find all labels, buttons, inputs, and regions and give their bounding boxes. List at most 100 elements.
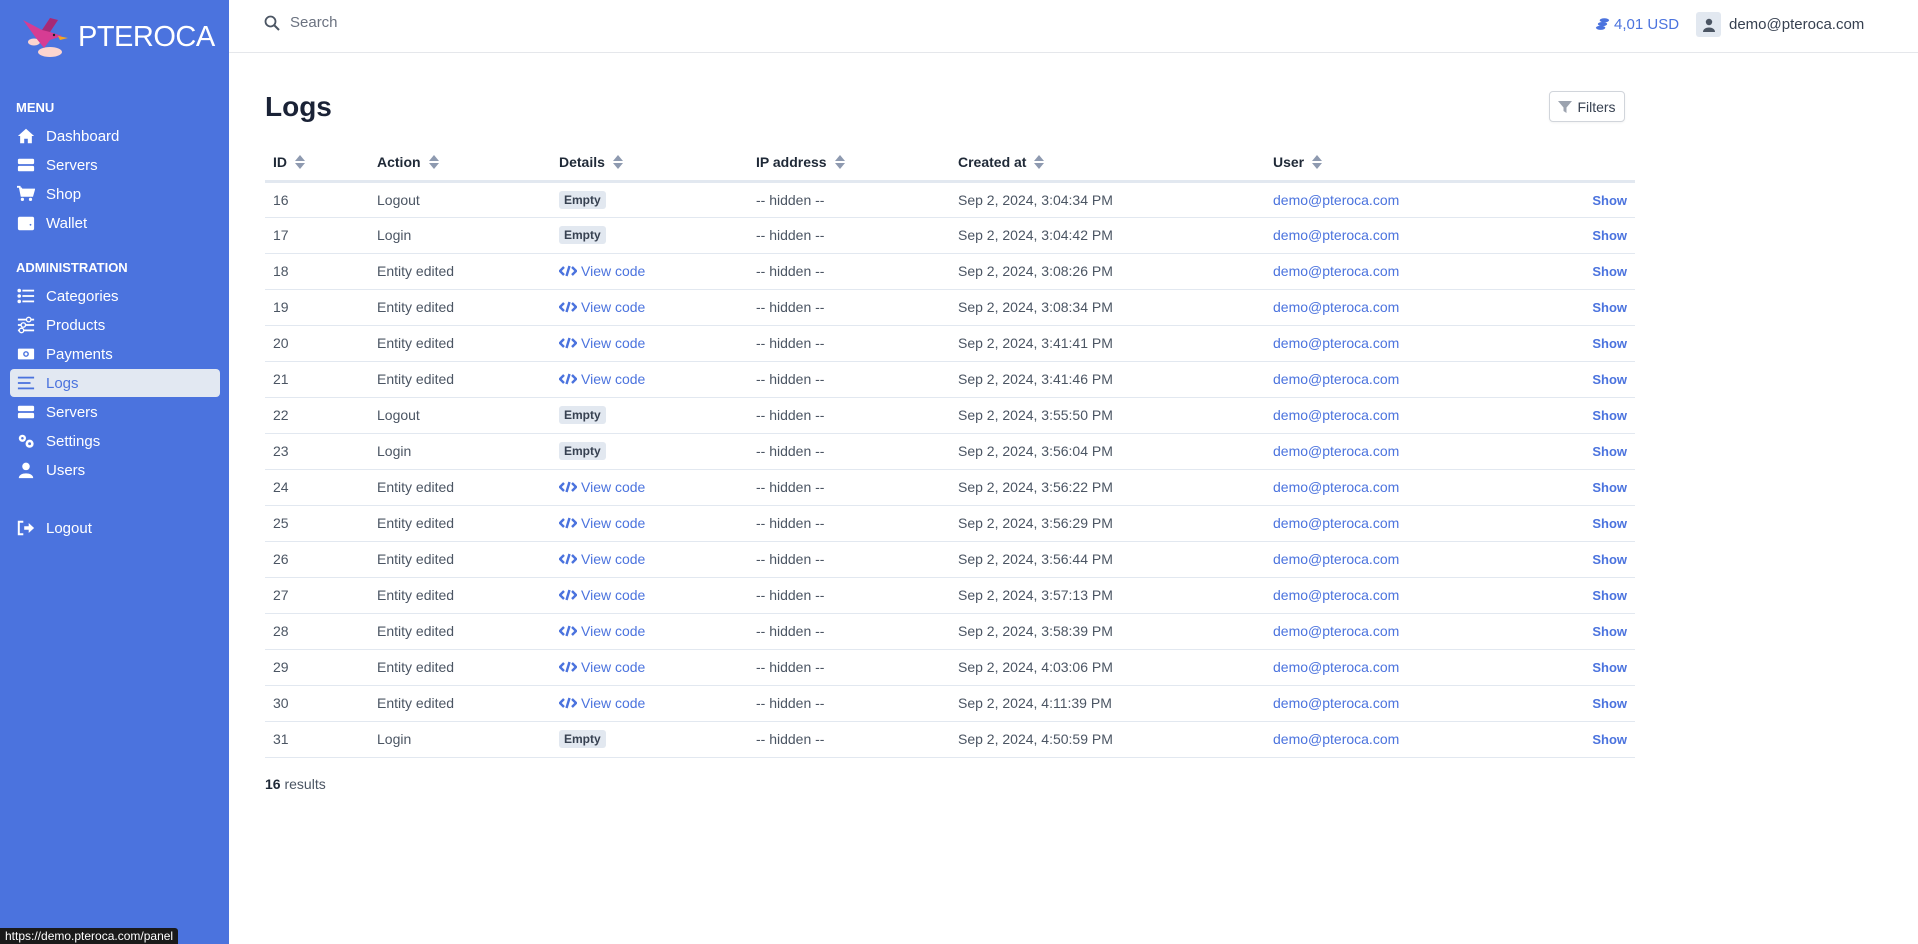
show-button[interactable]: Show <box>1592 732 1627 747</box>
filter-icon <box>1558 100 1573 113</box>
cell-action: Entity edited <box>369 649 551 686</box>
column-header-details[interactable]: Details <box>551 144 748 183</box>
cell-user: demo@pteroca.com <box>1265 685 1565 722</box>
view-code-link[interactable]: View code <box>559 479 645 495</box>
view-code-link[interactable]: View code <box>559 551 645 567</box>
cell-actions: Show <box>1565 253 1635 290</box>
cell-ip-address: -- hidden -- <box>748 325 950 362</box>
column-header-action[interactable]: Action <box>369 144 551 183</box>
user-link[interactable]: demo@pteroca.com <box>1273 299 1399 315</box>
server-icon <box>16 156 36 174</box>
view-code-link[interactable]: View code <box>559 515 645 531</box>
show-button[interactable]: Show <box>1592 552 1627 567</box>
wallet-icon <box>16 214 36 232</box>
sidebar-item-shop[interactable]: Shop <box>10 180 220 208</box>
sidebar-item-products[interactable]: Products <box>10 311 220 339</box>
show-button[interactable]: Show <box>1592 660 1627 675</box>
user-link[interactable]: demo@pteroca.com <box>1273 263 1399 279</box>
sidebar-item-categories[interactable]: Categories <box>10 282 220 310</box>
list-icon <box>16 287 36 305</box>
cell-user: demo@pteroca.com <box>1265 397 1565 434</box>
logo[interactable]: PTEROCA <box>20 14 215 60</box>
sidebar-item-logout[interactable]: Logout <box>10 514 220 542</box>
user-link[interactable]: demo@pteroca.com <box>1273 731 1399 747</box>
view-code-link[interactable]: View code <box>559 659 645 675</box>
sidebar-item-users[interactable]: Users <box>10 456 220 484</box>
view-code-link[interactable]: View code <box>559 623 645 639</box>
column-header-user[interactable]: User <box>1265 144 1565 183</box>
user-link[interactable]: demo@pteroca.com <box>1273 551 1399 567</box>
brand-name: PTEROCA <box>78 20 215 53</box>
sidebar-item-dashboard[interactable]: Dashboard <box>10 122 220 150</box>
user-link[interactable]: demo@pteroca.com <box>1273 407 1399 423</box>
user-link[interactable]: demo@pteroca.com <box>1273 227 1399 243</box>
sidebar-item-payments[interactable]: Payments <box>10 340 220 368</box>
column-header-created-at[interactable]: Created at <box>950 144 1265 183</box>
cell-user: demo@pteroca.com <box>1265 649 1565 686</box>
user-link[interactable]: demo@pteroca.com <box>1273 659 1399 675</box>
cell-id: 21 <box>265 361 369 398</box>
empty-badge: Empty <box>559 226 606 244</box>
view-code-link[interactable]: View code <box>559 695 645 711</box>
search-icon <box>264 15 280 31</box>
cell-details: View code <box>551 325 748 362</box>
sidebar-item-servers[interactable]: Servers <box>10 151 220 179</box>
sort-icon <box>612 154 623 169</box>
show-button[interactable]: Show <box>1592 228 1627 243</box>
view-code-link[interactable]: View code <box>559 263 645 279</box>
table-row: 21 Entity edited View code -- hidden -- … <box>265 361 1635 398</box>
cell-details: Empty <box>551 433 748 470</box>
cell-details: Empty <box>551 397 748 434</box>
table-row: 28 Entity edited View code -- hidden -- … <box>265 613 1635 650</box>
show-button[interactable]: Show <box>1592 408 1627 423</box>
page-title: Logs <box>265 91 332 122</box>
sidebar-item-logs[interactable]: Logs <box>10 369 220 397</box>
user-link[interactable]: demo@pteroca.com <box>1273 479 1399 495</box>
cell-actions: Show <box>1565 181 1635 218</box>
code-icon <box>559 373 581 385</box>
show-button[interactable]: Show <box>1592 588 1627 603</box>
show-button[interactable]: Show <box>1592 516 1627 531</box>
sidebar-item-servers-admin[interactable]: Servers <box>10 398 220 426</box>
cell-action: Entity edited <box>369 361 551 398</box>
user-link[interactable]: demo@pteroca.com <box>1273 695 1399 711</box>
sidebar-item-label: Categories <box>46 287 119 305</box>
cell-created-at: Sep 2, 2024, 3:58:39 PM <box>950 613 1265 650</box>
user-link[interactable]: demo@pteroca.com <box>1273 192 1399 208</box>
cell-id: 19 <box>265 289 369 326</box>
show-button[interactable]: Show <box>1592 336 1627 351</box>
user-link[interactable]: demo@pteroca.com <box>1273 587 1399 603</box>
cell-id: 17 <box>265 217 369 254</box>
sort-icon <box>1312 154 1323 169</box>
column-header-id[interactable]: ID <box>265 144 369 183</box>
view-code-link[interactable]: View code <box>559 299 645 315</box>
view-code-link[interactable]: View code <box>559 335 645 351</box>
user-link[interactable]: demo@pteroca.com <box>1273 515 1399 531</box>
show-button[interactable]: Show <box>1592 696 1627 711</box>
search-input[interactable] <box>290 14 590 31</box>
user-link[interactable]: demo@pteroca.com <box>1273 443 1399 459</box>
show-button[interactable]: Show <box>1592 264 1627 279</box>
sidebar-item-settings[interactable]: Settings <box>10 427 220 455</box>
cell-user: demo@pteroca.com <box>1265 541 1565 578</box>
cell-details: Empty <box>551 181 748 218</box>
view-code-link[interactable]: View code <box>559 587 645 603</box>
table-row: 27 Entity edited View code -- hidden -- … <box>265 577 1635 614</box>
view-code-link[interactable]: View code <box>559 371 645 387</box>
wallet-balance[interactable]: 4,01 USD <box>1595 16 1679 33</box>
sidebar-item-wallet[interactable]: Wallet <box>10 209 220 237</box>
show-button[interactable]: Show <box>1592 193 1627 208</box>
user-link[interactable]: demo@pteroca.com <box>1273 371 1399 387</box>
show-button[interactable]: Show <box>1592 480 1627 495</box>
filters-button[interactable]: Filters <box>1549 91 1625 122</box>
show-button[interactable]: Show <box>1592 444 1627 459</box>
sidebar: PTEROCA MENU Dashboard Servers Shop Wall… <box>0 0 229 944</box>
show-button[interactable]: Show <box>1592 624 1627 639</box>
user-link[interactable]: demo@pteroca.com <box>1273 335 1399 351</box>
column-header-ip-address[interactable]: IP address <box>748 144 950 183</box>
show-button[interactable]: Show <box>1592 300 1627 315</box>
user-menu[interactable]: demo@pteroca.com <box>1696 12 1864 37</box>
show-button[interactable]: Show <box>1592 372 1627 387</box>
cell-action: Logout <box>369 397 551 434</box>
user-link[interactable]: demo@pteroca.com <box>1273 623 1399 639</box>
